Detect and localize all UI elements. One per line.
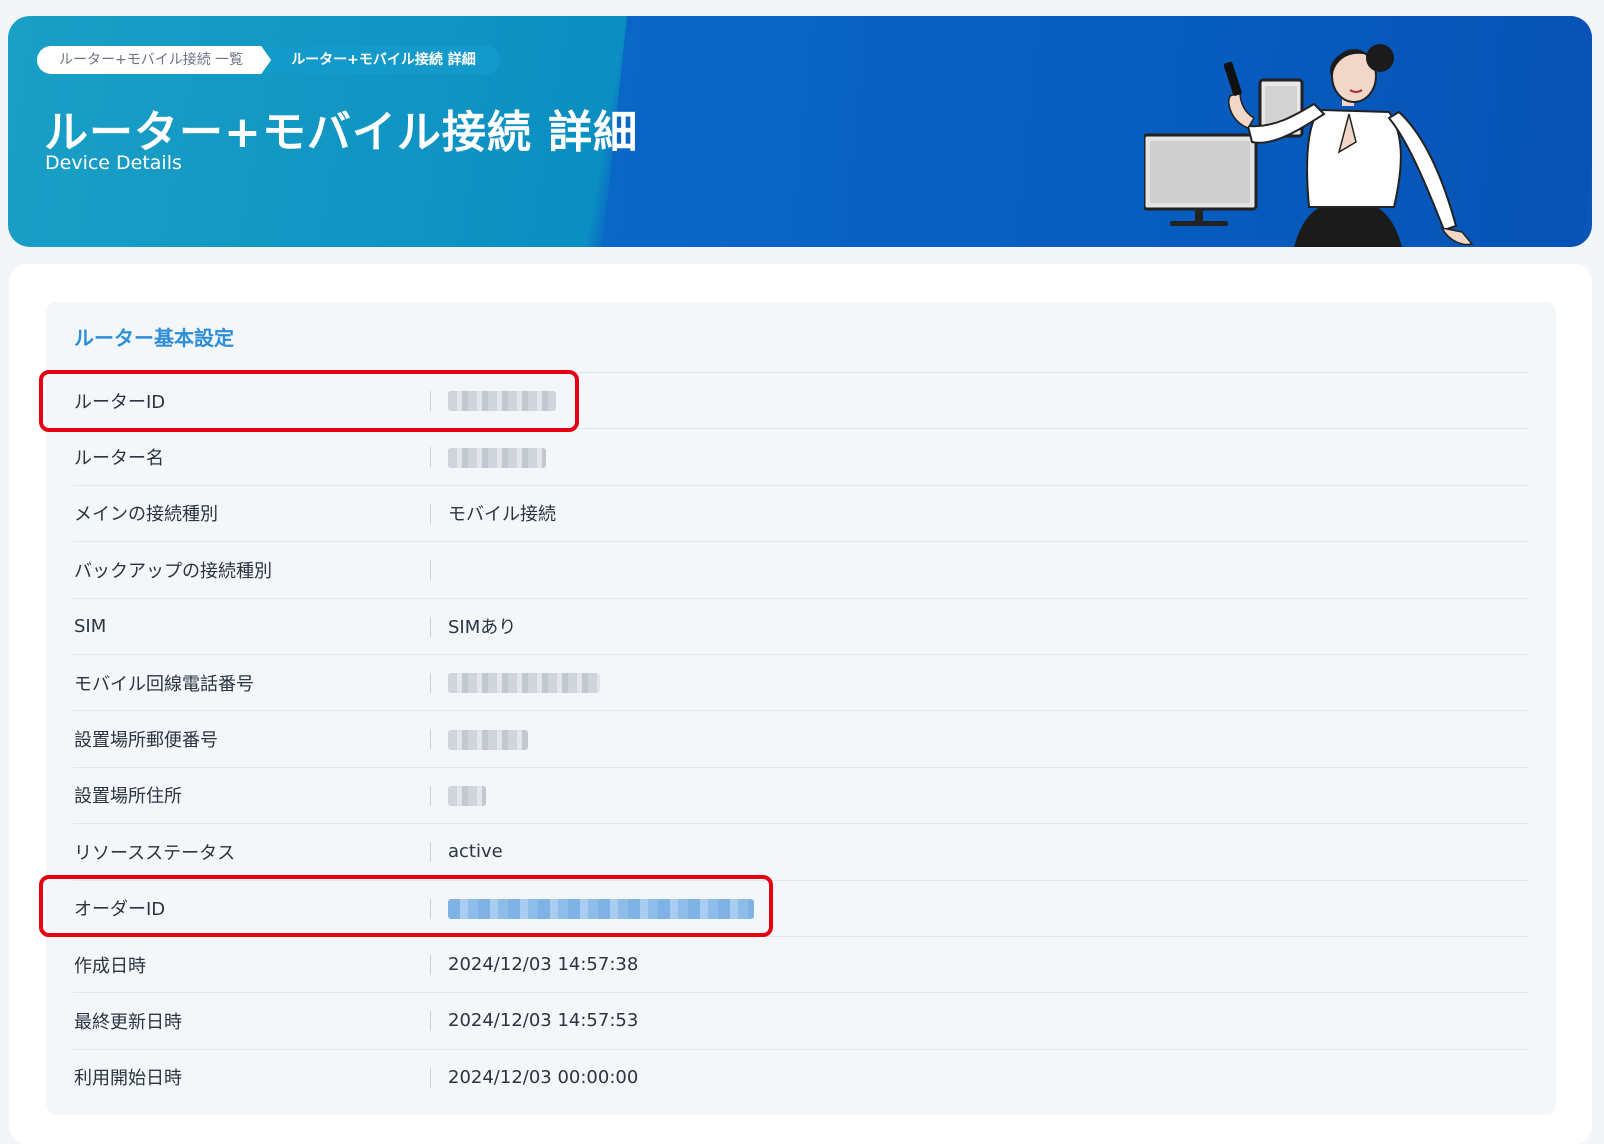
detail-value: 2024/12/03 14:57:38 xyxy=(448,954,639,976)
detail-row-start-date: 利用開始日時 2024/12/03 00:00:00 xyxy=(73,1048,1528,1105)
column-divider xyxy=(430,842,431,863)
masked-value xyxy=(448,673,600,694)
detail-row-created-at: 作成日時 2024/12/03 14:57:38 xyxy=(73,935,1528,992)
detail-value xyxy=(430,672,600,694)
column-divider xyxy=(430,672,431,693)
detail-value: SIMあり xyxy=(448,617,517,639)
detail-row-mobile-phone-number: モバイル回線電話番号 xyxy=(73,653,1528,710)
page-subtitle: Device Details xyxy=(45,152,182,174)
highlight-box-order-id xyxy=(39,875,773,937)
breadcrumb-item-current: ルーター+モバイル接続 詳細 xyxy=(265,46,500,74)
detail-label: SIM xyxy=(74,615,107,637)
detail-label: 利用開始日時 xyxy=(74,1068,182,1090)
detail-label: ルーター名 xyxy=(74,448,164,470)
column-divider xyxy=(430,447,431,468)
column-divider xyxy=(430,729,431,750)
detail-row-main-connection-type: メインの接続種別 モバイル接続 xyxy=(73,484,1528,541)
page-title: ルーター+モバイル接続 詳細 xyxy=(44,107,639,158)
detail-value xyxy=(430,729,528,750)
detail-label: モバイル回線電話番号 xyxy=(74,673,254,695)
detail-label: 最終更新日時 xyxy=(74,1011,182,1033)
woman-with-devices-illustration xyxy=(1144,44,1474,247)
detail-row-sim: SIM SIMあり xyxy=(73,597,1528,654)
detail-value: モバイル接続 xyxy=(448,504,556,526)
breadcrumb: ルーター+モバイル接続 一覧 ルーター+モバイル接続 詳細 xyxy=(37,46,500,74)
breadcrumb-item-list[interactable]: ルーター+モバイル接続 一覧 xyxy=(37,46,271,74)
detail-row-address: 設置場所住所 xyxy=(73,766,1528,823)
detail-value xyxy=(430,785,486,806)
detail-list: ルーターID ルーター名 メインの接続種別 モバイル接続 バックアップの接続種別… xyxy=(73,372,1528,1105)
detail-row-updated-at: 最終更新日時 2024/12/03 14:57:53 xyxy=(73,992,1528,1048)
section-title: ルーター基本設定 xyxy=(74,326,234,350)
masked-value xyxy=(448,729,528,750)
detail-value xyxy=(430,447,546,468)
column-divider xyxy=(430,785,431,806)
detail-value: 2024/12/03 00:00:00 xyxy=(448,1066,639,1088)
detail-label: リソースステータス xyxy=(74,842,236,864)
detail-value: 2024/12/03 14:57:53 xyxy=(448,1010,639,1032)
column-divider xyxy=(430,503,431,524)
detail-row-resource-status: リソースステータス active xyxy=(73,823,1528,879)
detail-label: バックアップの接続種別 xyxy=(74,560,272,582)
highlight-box-router-id xyxy=(39,370,579,432)
detail-row-postal-code: 設置場所郵便番号 xyxy=(73,710,1528,766)
masked-value xyxy=(448,447,546,468)
column-divider xyxy=(430,954,431,975)
detail-label: 設置場所住所 xyxy=(74,786,182,808)
detail-value: active xyxy=(448,841,503,863)
column-divider xyxy=(430,1011,431,1032)
column-divider xyxy=(430,616,431,637)
column-divider xyxy=(430,560,431,581)
detail-label: 設置場所郵便番号 xyxy=(74,730,218,752)
detail-row-backup-connection-type: バックアップの接続種別 xyxy=(73,541,1528,597)
detail-label: 作成日時 xyxy=(74,955,146,977)
detail-row-router-name: ルーター名 xyxy=(73,428,1528,484)
page-header-banner: ルーター+モバイル接続 一覧 ルーター+モバイル接続 詳細 ルーター+モバイル接… xyxy=(8,16,1592,247)
column-divider xyxy=(430,1067,431,1088)
masked-value xyxy=(448,785,486,806)
detail-label: メインの接続種別 xyxy=(74,504,218,526)
